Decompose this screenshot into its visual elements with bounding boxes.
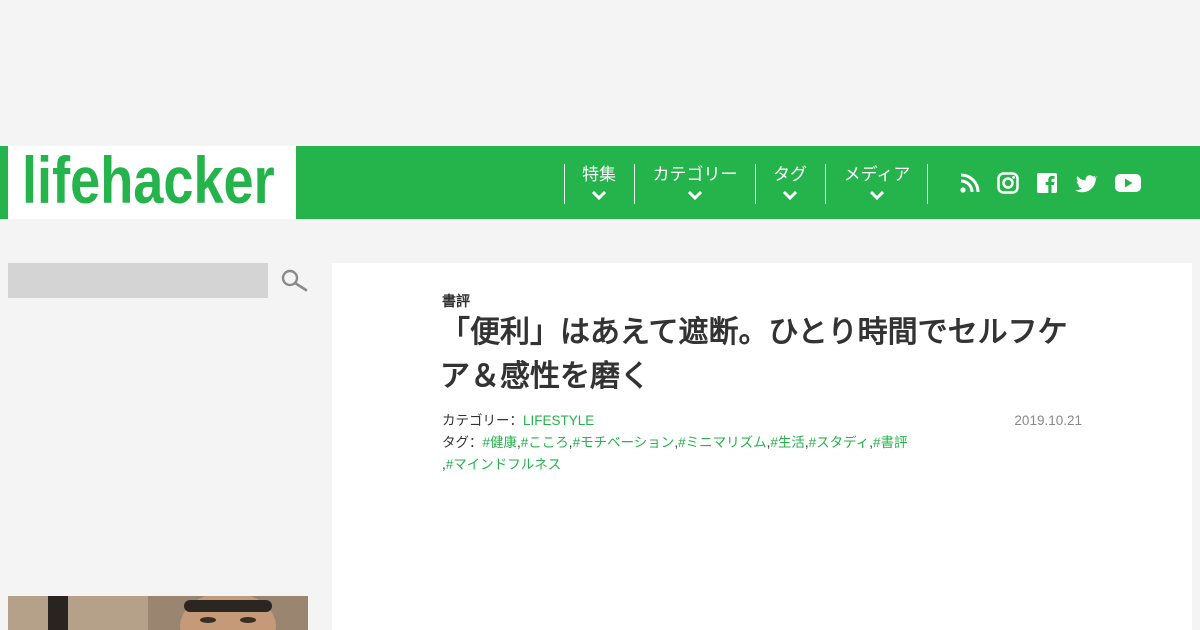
nav-item-media[interactable]: メディア (827, 164, 927, 204)
site-logo[interactable]: lifehacker (22, 140, 275, 220)
search-icon[interactable] (280, 268, 308, 294)
youtube-icon[interactable] (1113, 170, 1143, 196)
nav-item-categories[interactable]: カテゴリー (636, 164, 754, 204)
search-input[interactable] (8, 263, 268, 298)
chevron-down-icon (869, 190, 885, 200)
article-date: 2019.10.21 (1014, 413, 1082, 428)
tag-prefix: タグ： (442, 435, 483, 450)
chevron-down-icon (687, 190, 703, 200)
tag-link[interactable]: #ミニマリズム (678, 435, 767, 450)
tag-link[interactable]: #書評 (873, 435, 908, 450)
tag-link[interactable]: #健康 (483, 435, 518, 450)
nav-divider (927, 164, 928, 204)
nav-item-tags[interactable]: タグ (757, 164, 823, 204)
tag-link[interactable]: #生活 (770, 435, 805, 450)
nav-label: 特集 (582, 165, 616, 185)
instagram-icon[interactable] (995, 170, 1021, 196)
chevron-down-icon (591, 190, 607, 200)
tag-line: タグ：#健康,​#こころ,​#モチベーション,​#ミニマリズム,​#生活,​#ス… (442, 435, 908, 472)
sidebar-article-thumbnail[interactable] (8, 596, 308, 630)
nav-divider (564, 164, 565, 204)
nav-divider (825, 164, 826, 204)
category-line: カテゴリー：LIFESTYLE (442, 410, 962, 432)
tag-link[interactable]: #モチベーション (573, 435, 675, 450)
nav-divider (755, 164, 756, 204)
article-meta: カテゴリー：LIFESTYLE タグ：#健康,​#こころ,​#モチベーション,​… (442, 410, 962, 476)
article-title: 「便利」はあえて遮断。ひとり時間でセルフケア＆感性を磨く (440, 315, 1068, 394)
main-navbar: 特集 カテゴリー タグ メディア (296, 146, 1200, 219)
thumbnail-photo (8, 596, 308, 630)
logo-accent-stripe (0, 146, 8, 219)
category-link[interactable]: LIFESTYLE (523, 413, 594, 428)
category-prefix: カテゴリー： (442, 413, 523, 428)
nav-item-features[interactable]: 特集 (566, 164, 632, 204)
twitter-icon[interactable] (1073, 170, 1099, 196)
tag-link[interactable]: #スタディ (809, 435, 870, 450)
article-card: 書評 「便利」はあえて遮断。ひとり時間でセルフケア＆感性を磨く カテゴリー：LI… (332, 263, 1192, 630)
nav-label: メディア (843, 165, 911, 185)
rss-icon[interactable] (957, 170, 983, 196)
facebook-icon[interactable] (1034, 170, 1060, 196)
tag-link[interactable]: #マインドフルネス (446, 457, 562, 472)
nav-label: カテゴリー (652, 165, 738, 185)
nav-label: タグ (773, 165, 807, 185)
tag-link[interactable]: #こころ (521, 435, 569, 450)
nav-divider (634, 164, 635, 204)
chevron-down-icon (782, 190, 798, 200)
article-category-label[interactable]: 書評 (442, 291, 470, 311)
